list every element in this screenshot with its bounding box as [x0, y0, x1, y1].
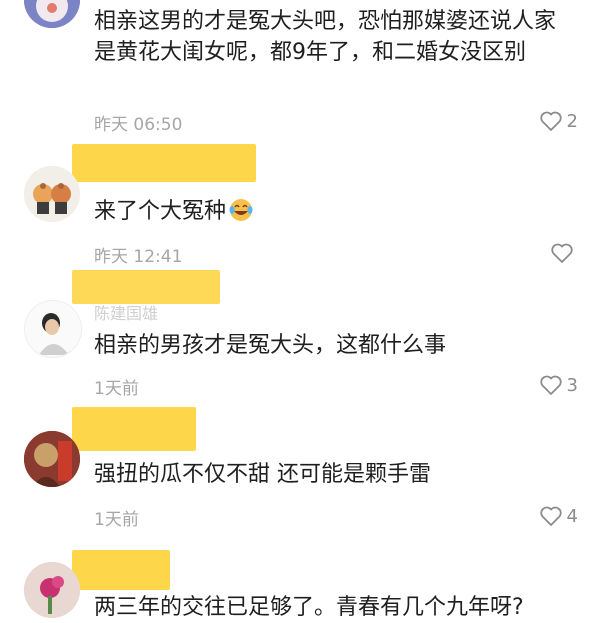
avatar[interactable]	[24, 431, 80, 487]
username-redaction	[72, 144, 256, 182]
like-count: 2	[566, 110, 578, 132]
like-button[interactable]: 2	[539, 108, 578, 134]
heart-icon	[551, 243, 573, 263]
username-redaction	[72, 550, 170, 590]
like-count: 3	[566, 374, 578, 396]
avatar-image	[24, 431, 80, 487]
heart-icon	[539, 506, 562, 526]
avatar-image	[24, 166, 80, 222]
laughing-crying-emoji-icon	[229, 199, 253, 221]
heart-icon	[539, 375, 562, 395]
avatar[interactable]	[24, 562, 80, 618]
comment-text: 相亲的男孩才是冤大头，这都什么事	[94, 333, 447, 358]
heart-icon	[539, 111, 562, 131]
avatar[interactable]	[24, 300, 82, 358]
comment-username[interactable]: 陈建国雄	[94, 300, 158, 324]
avatar[interactable]	[24, 166, 80, 222]
avatar-image	[24, 562, 80, 618]
avatar-image	[25, 301, 81, 357]
comment-time: 1天前	[94, 379, 139, 399]
avatar-image	[24, 0, 80, 28]
comment-time: 昨天 06:50	[94, 115, 183, 135]
like-button[interactable]: 4	[539, 503, 578, 529]
comment-text: 两三年的交往已足够了。青春有几个九年呀?	[94, 595, 524, 620]
comment-time: 昨天 12:41	[94, 247, 183, 267]
like-button[interactable]: 3	[539, 372, 578, 398]
comment-text: 强扭的瓜不仅不甜 还可能是颗手雷	[94, 462, 431, 487]
comment-time: 1天前	[94, 510, 139, 530]
comment-text-body: 来了个大冤种	[94, 199, 227, 224]
comment-text: 相亲这男的才是冤大头吧，恐怕那媒婆还说人家是黄花大闺女呢，都9年了，和二婚女没区…	[94, 9, 557, 65]
comment-text: 来了个大冤种	[94, 196, 584, 227]
username-redaction	[72, 270, 220, 304]
like-count: 4	[566, 505, 578, 527]
username-redaction	[72, 407, 196, 451]
avatar[interactable]	[24, 0, 80, 28]
like-button[interactable]	[550, 240, 578, 266]
